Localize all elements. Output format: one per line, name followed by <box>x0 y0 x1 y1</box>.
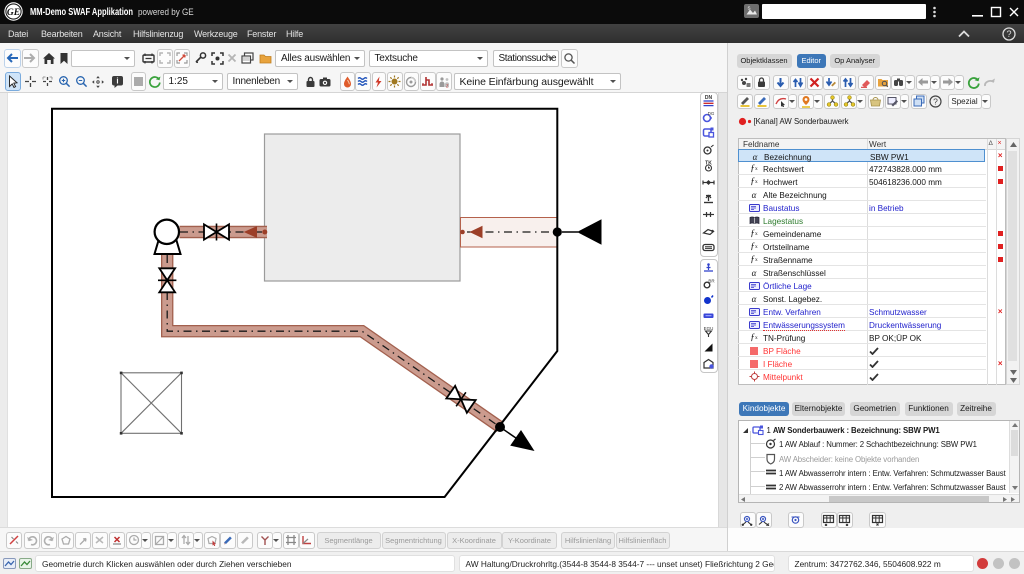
svg-text:i: i <box>116 77 118 86</box>
svg-text:BR: BR <box>708 279 715 284</box>
svg-text:?: ? <box>1006 29 1011 39</box>
svg-text:EGU: EGU <box>704 326 714 331</box>
svg-text:GE: GE <box>7 8 20 18</box>
svg-text:S: S <box>748 6 751 11</box>
svg-text:DN: DN <box>705 95 713 101</box>
svg-text:DG: DG <box>708 111 715 116</box>
svg-text:?: ? <box>933 96 938 106</box>
